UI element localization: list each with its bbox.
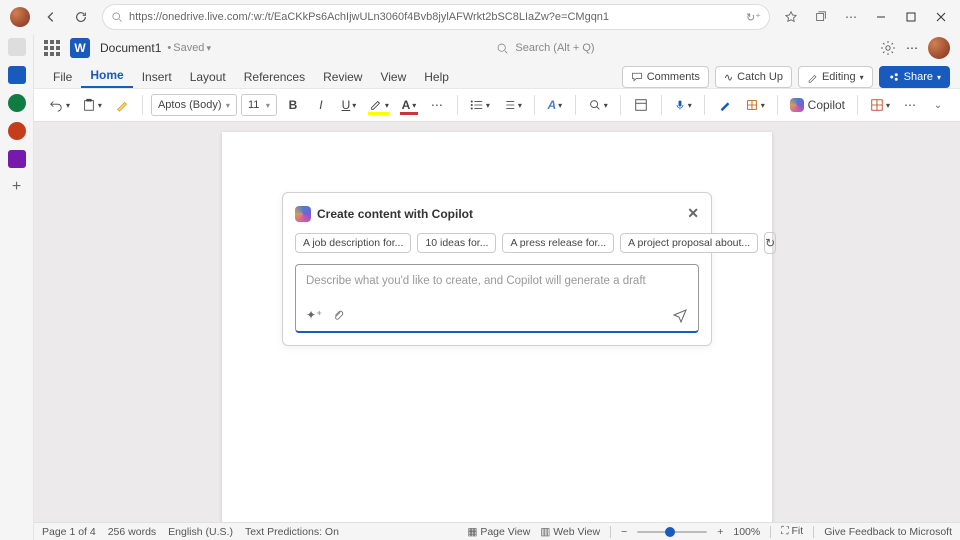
undo-button[interactable]: ▾ — [44, 93, 74, 117]
tab-layout[interactable]: Layout — [181, 66, 235, 88]
zoom-in-button[interactable]: + — [717, 526, 723, 538]
sparkle-icon[interactable]: ✦⁺ — [306, 308, 322, 322]
comments-button[interactable]: Comments — [622, 66, 709, 88]
page-indicator[interactable]: Page 1 of 4 — [42, 526, 96, 538]
tab-insert[interactable]: Insert — [133, 66, 181, 88]
saved-indicator: •Saved — [165, 42, 204, 54]
settings-icon[interactable] — [880, 40, 896, 56]
tab-review[interactable]: Review — [314, 66, 371, 88]
tab-home[interactable]: Home — [81, 64, 132, 88]
refresh-button[interactable] — [66, 2, 96, 32]
app-title-bar: W Document1 •Saved ▾ Search (Alt + Q) ⋯ — [34, 34, 960, 62]
more-font-icon[interactable]: ⋯ — [425, 93, 449, 117]
tab-view[interactable]: View — [371, 66, 415, 88]
sidebar-word-icon[interactable] — [8, 66, 26, 84]
font-size-selector[interactable]: 11▾ — [241, 94, 277, 116]
back-button[interactable] — [36, 2, 66, 32]
sidebar-tab-icon[interactable] — [8, 38, 26, 56]
sidebar-add-icon[interactable]: + — [12, 178, 21, 196]
highlight-button[interactable]: ▾ — [365, 93, 393, 117]
search-icon — [111, 11, 123, 23]
share-button[interactable]: Share▾ — [879, 66, 950, 88]
feedback-link[interactable]: Give Feedback to Microsoft — [824, 526, 952, 538]
copilot-panel: Create content with Copilot ✕ A job desc… — [282, 192, 712, 346]
sidebar-powerpoint-icon[interactable] — [8, 122, 26, 140]
suggestion-chip[interactable]: A project proposal about... — [620, 233, 758, 253]
font-color-button[interactable]: A▾ — [397, 93, 421, 117]
maximize-button[interactable] — [896, 2, 926, 32]
search-icon — [496, 42, 509, 55]
search-input[interactable]: Search (Alt + Q) — [496, 42, 594, 55]
editing-button[interactable]: Editing▾ — [798, 66, 873, 88]
close-icon[interactable]: ✕ — [687, 205, 699, 222]
page-view-button[interactable]: ▦ Page View — [468, 526, 531, 538]
text-predictions[interactable]: Text Predictions: On — [245, 526, 339, 538]
sidebar-onenote-icon[interactable] — [8, 150, 26, 168]
browser-profile-icon[interactable] — [10, 7, 30, 27]
zoom-out-button[interactable]: − — [621, 526, 627, 538]
font-selector[interactable]: Aptos (Body)▾ — [151, 94, 237, 116]
more-ribbon-icon[interactable]: ⋯ — [898, 93, 922, 117]
word-count[interactable]: 256 words — [108, 526, 156, 538]
ribbon-toolbar: ▾ ▾ Aptos (Body)▾ 11▾ B I U▾ ▾ A▾ ⋯ ▾ ▾ … — [34, 88, 960, 122]
tab-help[interactable]: Help — [415, 66, 458, 88]
suggestion-chip[interactable]: A job description for... — [295, 233, 411, 253]
bullets-button[interactable]: ▾ — [466, 93, 494, 117]
minimize-button[interactable] — [866, 2, 896, 32]
address-bar[interactable]: https://onedrive.live.com/:w:/t/EaCKkPs6… — [102, 4, 770, 30]
copilot-placeholder: Describe what you'd like to create, and … — [306, 275, 688, 287]
status-bar: Page 1 of 4 256 words English (U.S.) Tex… — [34, 522, 960, 540]
numbering-button[interactable]: ▾ — [498, 93, 526, 117]
catchup-button[interactable]: ∿Catch Up — [715, 66, 792, 88]
copilot-title: Create content with Copilot — [317, 207, 473, 221]
designer-button[interactable] — [629, 93, 653, 117]
copilot-input[interactable]: Describe what you'd like to create, and … — [295, 264, 699, 333]
app-launcher-icon[interactable] — [44, 40, 60, 56]
table-grid-button[interactable]: ▾ — [866, 93, 894, 117]
document-page[interactable]: Create content with Copilot ✕ A job desc… — [222, 132, 772, 522]
find-button[interactable]: ▾ — [584, 93, 612, 117]
user-avatar[interactable] — [928, 37, 950, 59]
suggestion-chip[interactable]: 10 ideas for... — [417, 233, 496, 253]
close-button[interactable] — [926, 2, 956, 32]
send-button[interactable] — [672, 307, 688, 323]
underline-button[interactable]: U▾ — [337, 93, 361, 117]
italic-button[interactable]: I — [309, 93, 333, 117]
zoom-slider[interactable] — [637, 531, 707, 533]
suggestion-chip[interactable]: A press release for... — [502, 233, 614, 253]
ribbon-tabs: File Home Insert Layout References Revie… — [34, 62, 960, 88]
collections-icon[interactable] — [806, 2, 836, 32]
attach-icon[interactable] — [332, 309, 345, 322]
browser-sidebar: + — [0, 34, 34, 540]
copilot-button[interactable]: Copilot — [786, 93, 849, 117]
fit-button[interactable]: ⛶ Fit — [781, 525, 803, 538]
paste-button[interactable]: ▾ — [78, 93, 106, 117]
language-indicator[interactable]: English (U.S.) — [168, 526, 233, 538]
format-painter-button[interactable] — [110, 93, 134, 117]
bold-button[interactable]: B — [281, 93, 305, 117]
favorites-icon[interactable] — [776, 2, 806, 32]
styles-button[interactable]: A▾ — [543, 93, 567, 117]
copilot-logo-icon — [295, 206, 311, 222]
dictate-button[interactable]: ▾ — [670, 93, 696, 117]
web-view-button[interactable]: ▥ Web View — [540, 526, 600, 538]
collapse-ribbon-button[interactable]: ⌄ — [926, 93, 950, 117]
document-canvas: Create content with Copilot ✕ A job desc… — [34, 122, 960, 522]
refresh-suggestions-button[interactable]: ↻ — [764, 232, 776, 254]
more-icon[interactable]: ⋯ — [906, 41, 918, 55]
tab-references[interactable]: References — [235, 66, 314, 88]
editor-button[interactable] — [713, 93, 737, 117]
word-logo-icon[interactable]: W — [70, 38, 90, 58]
sidebar-excel-icon[interactable] — [8, 94, 26, 112]
document-name[interactable]: Document1 — [100, 41, 161, 55]
tab-file[interactable]: File — [44, 66, 81, 88]
menu-icon[interactable]: ⋯ — [836, 2, 866, 32]
read-aloud-icon[interactable]: ↻⁺ — [746, 11, 761, 24]
url-text: https://onedrive.live.com/:w:/t/EaCKkPs6… — [129, 11, 609, 23]
add-ins-button[interactable]: ▾ — [741, 93, 769, 117]
browser-titlebar: https://onedrive.live.com/:w:/t/EaCKkPs6… — [0, 0, 960, 34]
zoom-level[interactable]: 100% — [733, 526, 760, 538]
